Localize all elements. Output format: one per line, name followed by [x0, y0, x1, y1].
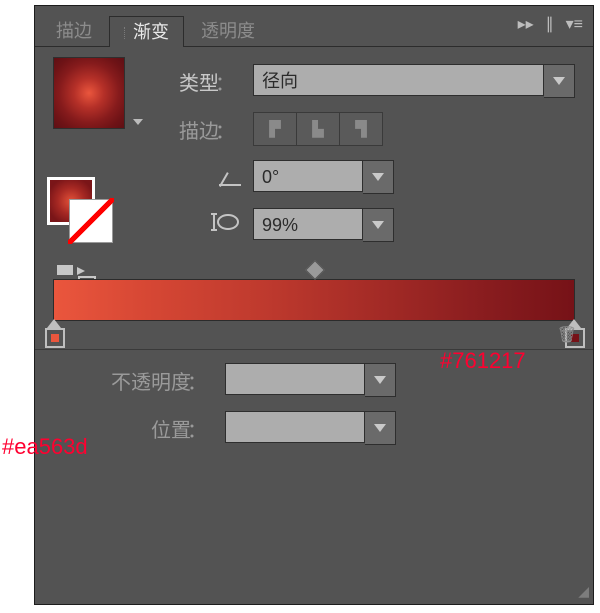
stroke-align-inside-button[interactable]: ▛ — [253, 112, 297, 146]
resize-grip-icon[interactable]: ◢ — [578, 583, 587, 600]
opacity-input[interactable] — [225, 363, 365, 395]
stroke-align-outside-button[interactable]: ▜ — [339, 112, 383, 146]
tab-gradient[interactable]: 渐变 — [109, 16, 184, 47]
angle-icon — [219, 168, 241, 186]
aspect-ratio-icon — [211, 211, 241, 239]
aspect-label — [145, 211, 241, 239]
stroke-swatch-none[interactable] — [69, 199, 113, 243]
angle-label — [145, 168, 241, 186]
stroke-align-outside-icon: ▜ — [355, 120, 367, 138]
delete-stop-icon[interactable]: 🗑 — [557, 325, 577, 345]
gradient-midpoint-handle[interactable] — [305, 260, 325, 280]
opacity-label: 不透明度： — [53, 366, 213, 395]
panel-menu-icon[interactable]: ▾≡ — [566, 14, 583, 34]
angle-input[interactable]: 0° — [253, 160, 363, 192]
stop-start-color — [51, 334, 59, 342]
position-input[interactable] — [225, 411, 365, 443]
stroke-align-center-icon: ▙ — [312, 120, 324, 138]
gradient-stop-start[interactable] — [45, 319, 63, 348]
tab-stroke[interactable]: 描边 — [41, 15, 107, 46]
gradient-preview-swatch[interactable] — [53, 57, 125, 129]
tab-bar: 描边 渐变 透明度 ▸▸ ∥ ▾≡ — [35, 6, 593, 47]
type-select-dropdown[interactable] — [544, 64, 575, 98]
stroke-align-center-button[interactable]: ▙ — [296, 112, 340, 146]
angle-dropdown[interactable] — [363, 160, 394, 194]
gradient-ramp[interactable]: 🗑 — [53, 279, 575, 321]
fast-forward-icon[interactable]: ▸▸ — [518, 14, 534, 34]
aspect-dropdown[interactable] — [363, 208, 394, 242]
swatch-menu-icon[interactable] — [133, 119, 143, 125]
stroke-align-inside-icon: ▛ — [269, 120, 281, 138]
tab-transparency[interactable]: 透明度 — [186, 15, 270, 46]
gradient-panel: 描边 渐变 透明度 ▸▸ ∥ ▾≡ 类型： 径向 — [34, 5, 594, 605]
annotation-end-color: #761217 — [440, 348, 526, 374]
opacity-dropdown[interactable] — [365, 363, 396, 397]
stroke-label: 描边： — [145, 115, 241, 144]
annotation-start-color: #ea563d — [2, 434, 88, 460]
gradient-bar[interactable] — [53, 279, 575, 321]
divider-icon: ∥ — [546, 14, 554, 34]
position-dropdown[interactable] — [365, 411, 396, 445]
type-label: 类型： — [145, 67, 241, 96]
fill-stroke-swatches[interactable] — [47, 177, 112, 242]
aspect-input[interactable]: 99% — [253, 208, 363, 240]
type-select[interactable]: 径向 — [253, 64, 544, 96]
